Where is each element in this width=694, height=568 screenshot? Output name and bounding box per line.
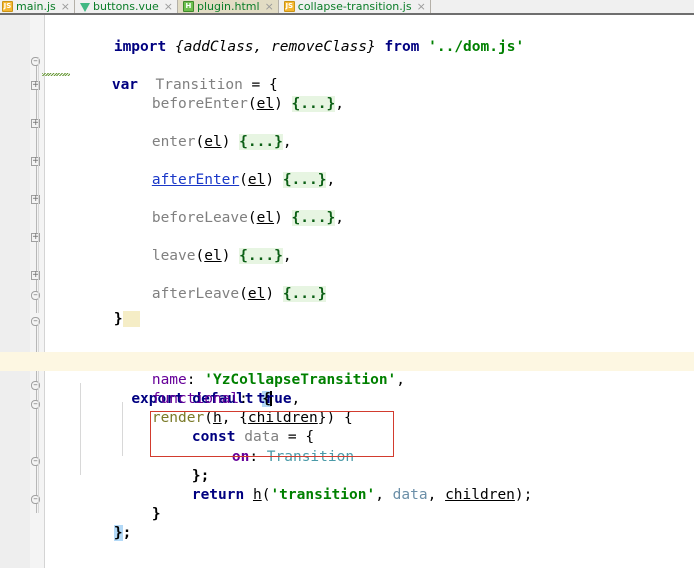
folded-body-placeholder[interactable]: {...}	[291, 210, 336, 226]
token-method-name: beforeEnter	[151, 96, 248, 112]
token-paren-close: );	[514, 487, 533, 503]
token-param-el: el	[204, 248, 222, 264]
folded-body-placeholder[interactable]: {...}	[291, 96, 336, 112]
token-string-path: '../dom.js'	[428, 39, 525, 55]
code-line-leave[interactable]: leave(el) {...},	[82, 228, 292, 264]
token-colon: :	[249, 449, 267, 465]
tab-label: collapse-transition.js	[297, 0, 412, 13]
token-method-name: afterLeave	[151, 286, 240, 302]
token-value-transition: Transition	[266, 449, 355, 465]
token-import-names: {addClass, removeClass}	[166, 39, 376, 55]
code-line-before-leave[interactable]: beforeLeave(el) {...},	[82, 190, 344, 226]
token-keyword-from: from	[375, 39, 429, 55]
token-keyword: import	[113, 39, 167, 55]
code-line-on-prop[interactable]: on: Transition	[162, 429, 354, 465]
tab-collapse-transition-js[interactable]: JS collapse-transition.js ×	[278, 0, 431, 13]
code-line-enter[interactable]: enter(el) {...},	[82, 114, 292, 150]
token-param-el: el	[247, 286, 266, 302]
line-number-gutter[interactable]	[0, 15, 31, 568]
warning-squiggle	[42, 73, 70, 76]
token-comma: ,	[335, 96, 344, 112]
token-comma: ,	[396, 372, 406, 388]
token-param-el: el	[247, 172, 266, 188]
token-paren: (	[239, 172, 248, 188]
code-line-return[interactable]: return h('transition', data, children);	[122, 467, 533, 503]
code-line-var-transition[interactable]: var Transition = {	[42, 57, 278, 93]
html-file-icon: H	[182, 1, 194, 12]
folded-body-placeholder[interactable]: {...}	[239, 134, 283, 150]
token-paren: (	[195, 134, 205, 150]
folded-body-placeholder[interactable]: {...}	[282, 286, 327, 302]
token-comma: ,	[282, 134, 292, 150]
token-paren: (	[247, 210, 257, 226]
token-property-on: on	[231, 449, 250, 465]
code-line-render[interactable]: render(h, {children}) {	[82, 390, 353, 426]
token-string-transition: 'transition'	[270, 487, 376, 503]
token-comma: ,	[375, 487, 393, 503]
token-method-name: enter	[151, 134, 196, 150]
close-icon[interactable]: ×	[61, 1, 70, 12]
code-line-import[interactable]: import {addClass, removeClass} from '../…	[44, 19, 524, 55]
tab-main-js[interactable]: JS main.js ×	[0, 0, 75, 13]
token-method-name: beforeLeave	[151, 210, 248, 226]
code-line-after-leave[interactable]: afterLeave(el) {...}	[82, 266, 327, 302]
token-comma: ,	[326, 172, 336, 188]
token-comma: ,	[427, 487, 446, 503]
token-semicolon: ;	[122, 525, 132, 541]
token-paren: )	[274, 96, 292, 112]
folded-body-placeholder[interactable]: {...}	[239, 248, 283, 264]
token-paren: )	[265, 172, 283, 188]
token-paren: )	[265, 286, 283, 302]
code-line-render-close[interactable]: }	[82, 486, 161, 522]
code-line-after-enter[interactable]: afterEnter(el) {...},	[82, 152, 335, 188]
close-icon[interactable]: ×	[164, 1, 173, 12]
token-comma: ,	[335, 210, 344, 226]
token-keyword-return: return	[191, 487, 245, 503]
token-paren: (	[239, 286, 248, 302]
token-paren: )	[221, 134, 240, 150]
token-paren: )	[274, 210, 292, 226]
token-param-el: el	[256, 96, 275, 112]
code-editor[interactable]: – + + + + + + – – – – – – import {addCla…	[0, 14, 694, 568]
token-param-el: el	[256, 210, 275, 226]
tab-label: main.js	[16, 0, 56, 13]
code-line-var-close[interactable]: }	[44, 291, 141, 327]
code-line-name-prop[interactable]: name: 'YzCollapseTransition',	[82, 352, 405, 388]
code-line-const-data[interactable]: const data = {	[122, 409, 314, 445]
token-arg-data: data	[392, 487, 428, 503]
tab-label: buttons.vue	[93, 0, 159, 13]
js-file-icon: JS	[283, 1, 295, 12]
token-fn-h: h	[252, 487, 262, 503]
code-line-export-close[interactable]: };	[44, 505, 131, 541]
code-line-export-default[interactable]: export default {	[0, 333, 694, 407]
ide-window: JS main.js × buttons.vue × H plugin.html…	[0, 0, 694, 568]
token-paren: (	[195, 248, 205, 264]
folded-body-placeholder[interactable]: {...}	[282, 172, 327, 188]
editor-tab-bar: JS main.js × buttons.vue × H plugin.html…	[0, 0, 694, 14]
code-line-functional-prop[interactable]: functional: true,	[82, 371, 300, 407]
token-brace-close: }	[113, 311, 123, 327]
indent-guide	[38, 321, 39, 513]
token-method-name-link[interactable]: afterEnter	[152, 172, 239, 188]
token-comma: ,	[282, 248, 292, 264]
close-icon[interactable]: ×	[265, 1, 274, 12]
token-paren: )	[221, 248, 240, 264]
code-line-before-enter[interactable]: beforeEnter(el) {...},	[82, 76, 344, 112]
token-paren-close: }) {	[317, 410, 353, 426]
token-brace-close: }	[151, 506, 161, 522]
token-arg-children: children	[445, 487, 515, 503]
token-param-el: el	[204, 134, 222, 150]
token-paren: (	[247, 96, 257, 112]
token-brace-match-close: }	[113, 525, 123, 541]
tab-label: plugin.html	[196, 0, 260, 13]
tab-buttons-vue[interactable]: buttons.vue ×	[75, 0, 178, 13]
code-content[interactable]: import {addClass, removeClass} from '../…	[0, 15, 694, 568]
close-icon[interactable]: ×	[417, 1, 426, 12]
tab-plugin-html[interactable]: H plugin.html ×	[177, 0, 279, 13]
vue-file-icon	[80, 2, 90, 12]
js-file-icon: JS	[2, 1, 13, 12]
code-line-obj-close[interactable]: };	[122, 448, 209, 484]
token-method-name: leave	[151, 248, 196, 264]
indent-guide	[38, 57, 39, 313]
